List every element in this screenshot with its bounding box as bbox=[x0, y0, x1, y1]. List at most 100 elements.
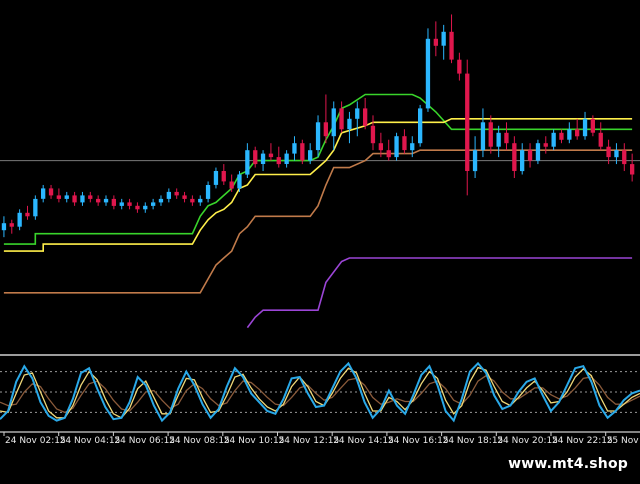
candle bbox=[213, 167, 219, 189]
candle-body bbox=[630, 164, 635, 175]
candle bbox=[9, 219, 14, 234]
candle-body bbox=[370, 125, 376, 144]
candle-body bbox=[80, 195, 85, 203]
candle bbox=[394, 132, 399, 161]
candle-body bbox=[127, 202, 132, 206]
candle-body bbox=[17, 212, 22, 227]
candle bbox=[41, 184, 46, 203]
candle bbox=[315, 115, 321, 158]
indicator-line-4 bbox=[246, 257, 633, 329]
candle bbox=[64, 191, 69, 203]
indicator-line-3 bbox=[3, 149, 633, 294]
candle-body bbox=[355, 108, 360, 119]
candle bbox=[158, 195, 164, 206]
candle-body bbox=[598, 132, 603, 147]
candle bbox=[457, 52, 462, 81]
candle-body bbox=[268, 153, 274, 158]
candle-body bbox=[276, 157, 281, 165]
candle bbox=[465, 59, 470, 196]
candle-body bbox=[48, 188, 54, 196]
candle bbox=[253, 146, 258, 168]
candle bbox=[182, 191, 187, 203]
candle-body bbox=[96, 198, 101, 203]
candle bbox=[630, 153, 635, 182]
candle bbox=[151, 198, 156, 210]
time-tick-label: 24 Nov 20:15 bbox=[497, 436, 558, 446]
candle bbox=[111, 195, 116, 210]
candle bbox=[559, 129, 564, 144]
candle-body bbox=[606, 146, 611, 158]
candle bbox=[520, 143, 525, 175]
candle-body bbox=[229, 181, 234, 189]
time-tick-label: 25 Nov 00 bbox=[607, 436, 640, 446]
candle-body bbox=[543, 143, 548, 147]
candle bbox=[166, 188, 171, 203]
candle-body bbox=[190, 198, 195, 203]
stochastic-panel bbox=[0, 361, 640, 433]
candle bbox=[355, 101, 360, 137]
time-tick-label: 24 Nov 06:15 bbox=[114, 436, 175, 446]
chart-area: 24 Nov 02:15 24 Nov 04:15 24 Nov 06:15 24 N… bbox=[0, 0, 640, 480]
candle-body bbox=[88, 195, 93, 199]
candle bbox=[72, 191, 77, 206]
candle-body bbox=[237, 174, 242, 189]
candle bbox=[543, 136, 548, 154]
candle-body bbox=[504, 132, 509, 144]
candle bbox=[205, 181, 211, 203]
candle bbox=[551, 129, 556, 151]
candle bbox=[88, 191, 93, 203]
candle bbox=[56, 188, 61, 203]
candle-body bbox=[245, 150, 250, 175]
candle-body bbox=[158, 198, 164, 203]
candle bbox=[418, 104, 423, 147]
candle bbox=[567, 122, 572, 144]
time-tick-label: 24 Nov 02:15 bbox=[5, 436, 66, 446]
candle-body bbox=[512, 143, 517, 171]
candle-body bbox=[394, 136, 399, 158]
candle bbox=[190, 195, 195, 206]
candle bbox=[174, 188, 179, 199]
time-tick-label: 24 Nov 22:15 bbox=[552, 436, 613, 446]
time-tick-label: 24 Nov 14:15 bbox=[333, 436, 394, 446]
candle-body bbox=[33, 198, 38, 217]
candle bbox=[245, 143, 250, 178]
candle-body bbox=[488, 122, 493, 147]
candle bbox=[480, 108, 486, 158]
candle-body bbox=[323, 122, 328, 137]
candle bbox=[527, 143, 533, 168]
candle-body bbox=[174, 191, 179, 196]
candle-body bbox=[9, 223, 14, 227]
time-tick-label: 24 Nov 08:15 bbox=[169, 436, 230, 446]
candle-body bbox=[535, 143, 541, 161]
candle bbox=[496, 125, 501, 158]
candle-body bbox=[614, 150, 619, 158]
candle bbox=[198, 195, 203, 206]
candle-body bbox=[72, 195, 77, 203]
chart-svg: 24 Nov 02:1524 Nov 04:1524 Nov 06:1524 N… bbox=[0, 14, 640, 446]
candle-body bbox=[441, 31, 446, 46]
time-tick-label: 24 Nov 04:15 bbox=[60, 436, 121, 446]
candle bbox=[433, 21, 438, 57]
candle-body bbox=[410, 143, 415, 151]
candle bbox=[48, 184, 54, 199]
candle-body bbox=[119, 202, 124, 206]
candle-body bbox=[143, 205, 148, 210]
candle-body bbox=[418, 108, 423, 144]
candle-body bbox=[300, 143, 305, 161]
candle-body bbox=[582, 118, 588, 137]
time-tick-label: 24 Nov 18:15 bbox=[443, 436, 504, 446]
candle-body bbox=[308, 150, 313, 161]
candle-body bbox=[198, 198, 203, 203]
time-axis: 24 Nov 02:1524 Nov 04:1524 Nov 06:1524 N… bbox=[3, 432, 640, 446]
candle-body bbox=[182, 195, 187, 199]
candle-body bbox=[135, 205, 140, 210]
candle-body bbox=[575, 129, 580, 137]
candle bbox=[127, 198, 132, 210]
candle bbox=[260, 150, 266, 172]
time-tick-label: 24 Nov 16:15 bbox=[388, 436, 449, 446]
candle-body bbox=[433, 38, 438, 46]
candle bbox=[221, 164, 226, 185]
candle-body bbox=[551, 132, 556, 147]
candle bbox=[425, 28, 431, 112]
candle-body bbox=[292, 143, 297, 154]
